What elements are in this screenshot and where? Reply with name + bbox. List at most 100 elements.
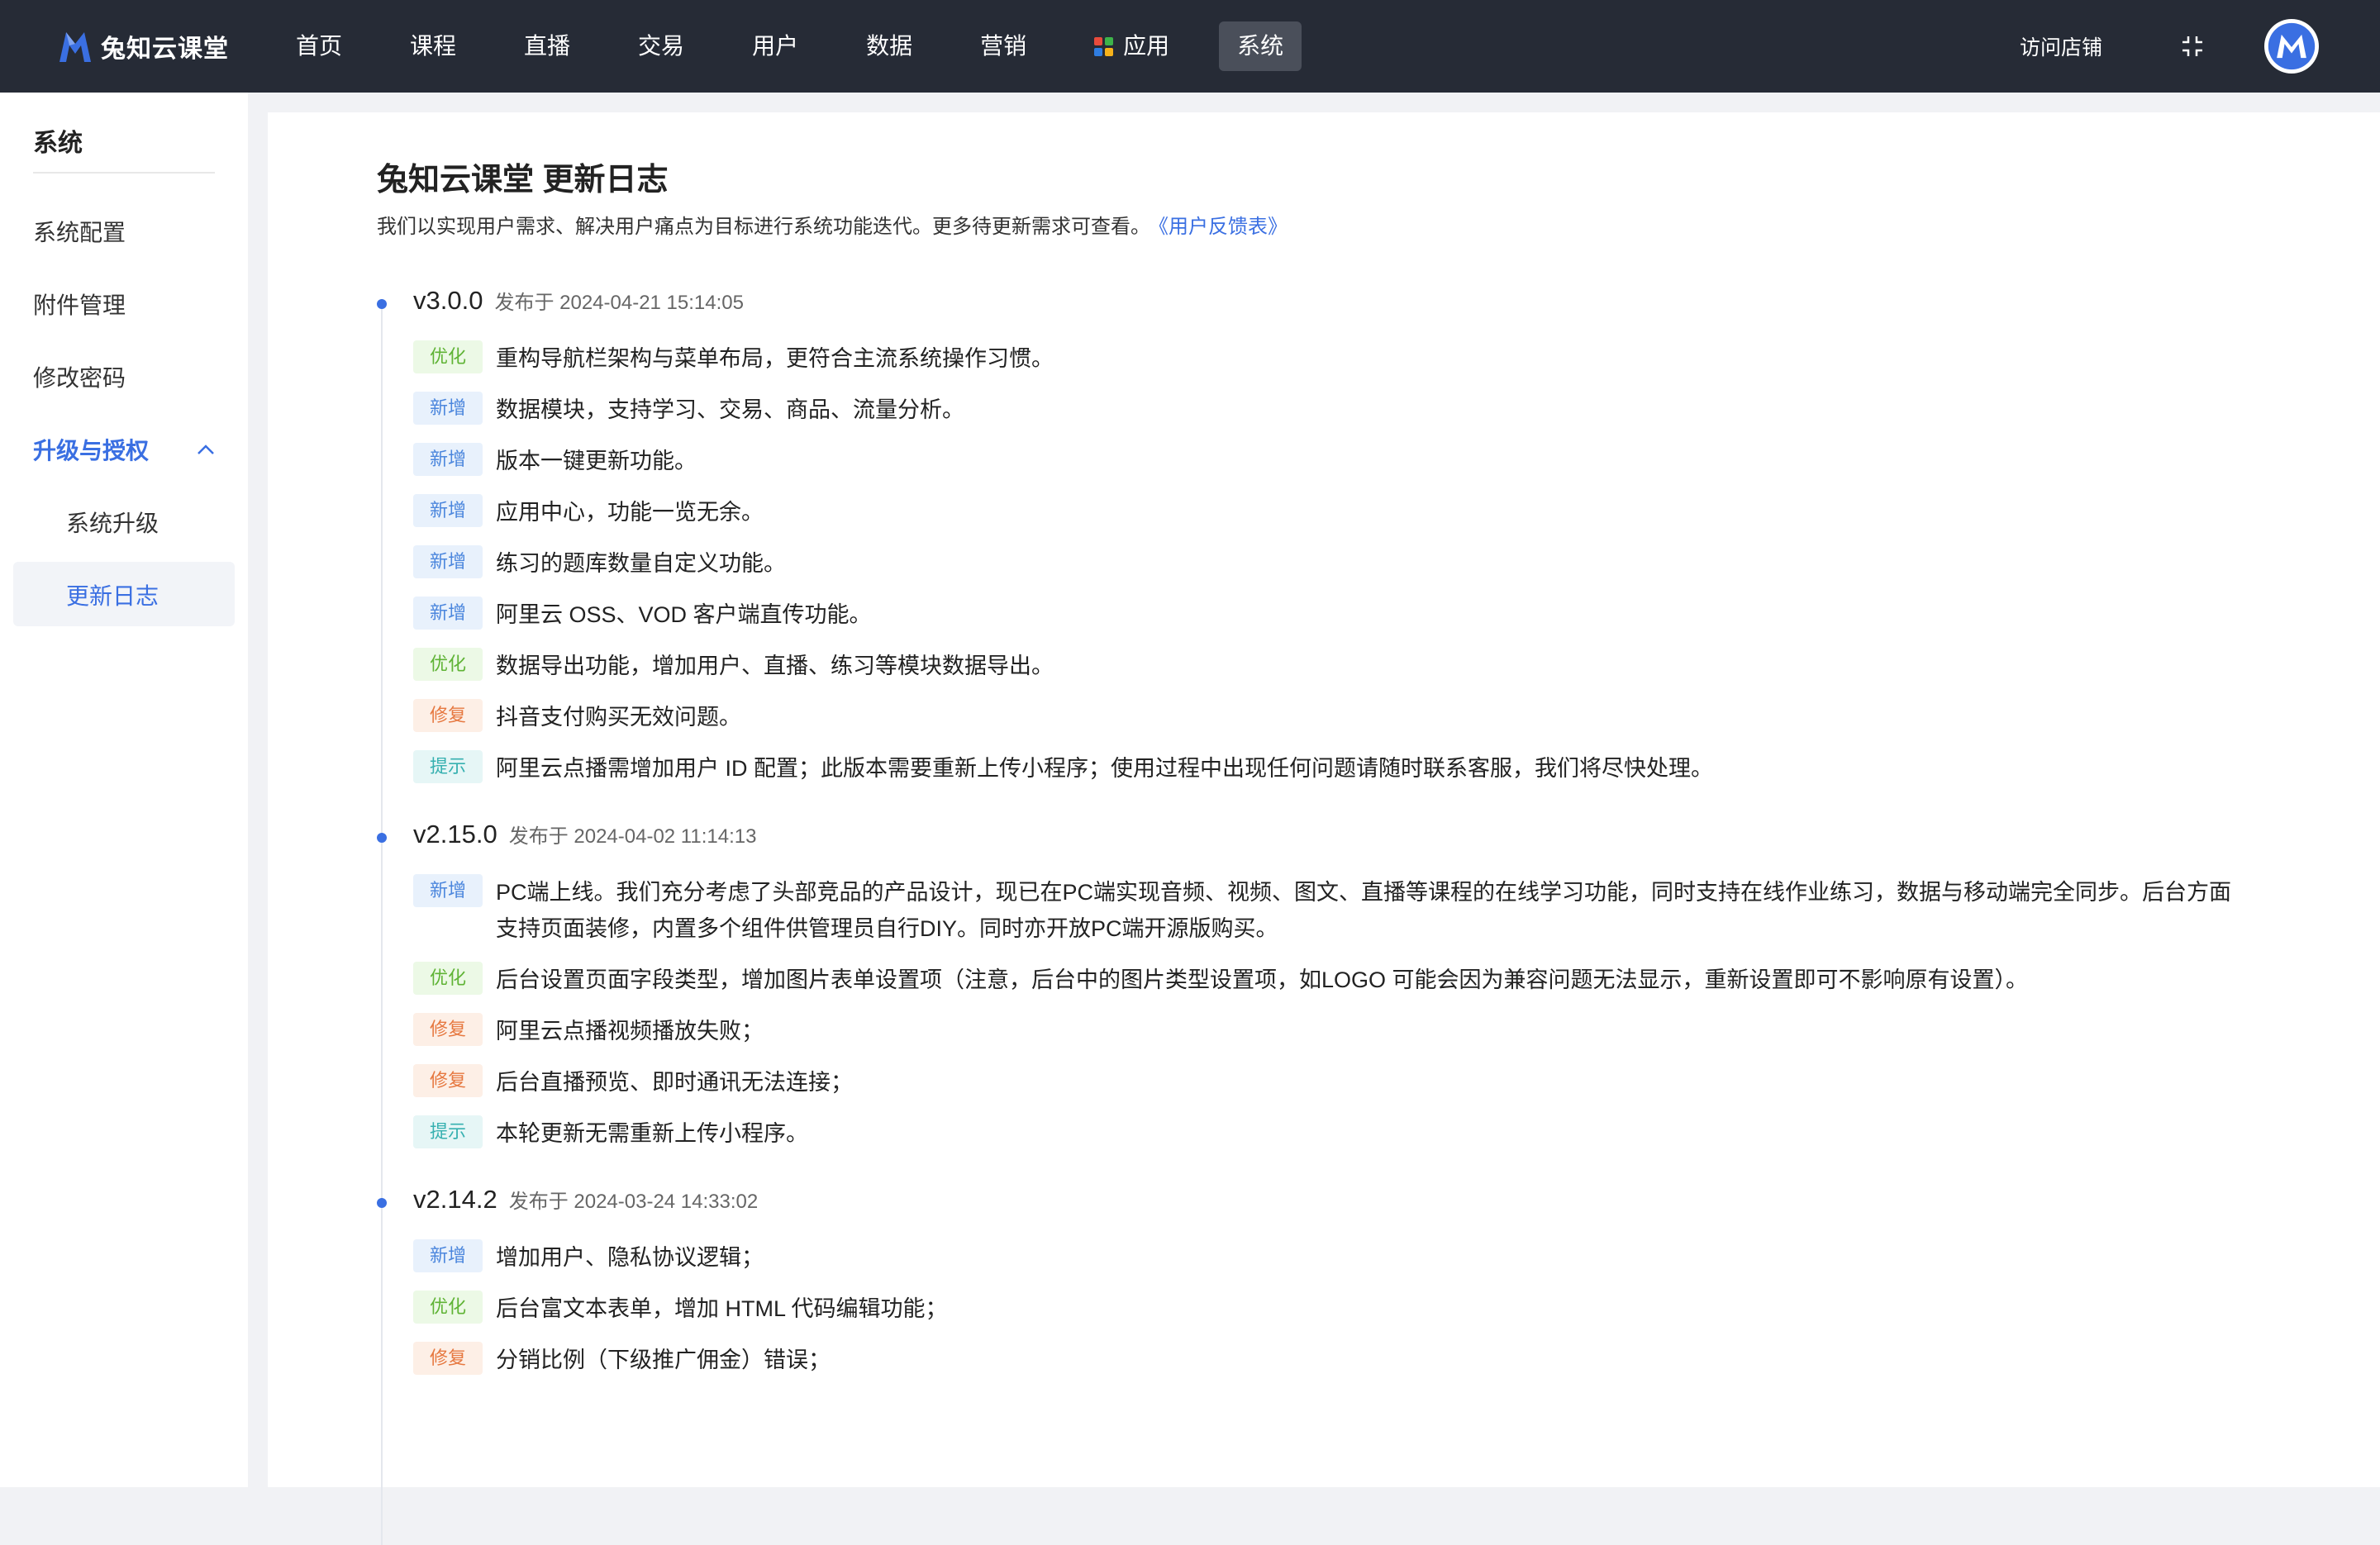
- sidebar-item-changelog[interactable]: 更新日志: [66, 578, 159, 611]
- page-description: 我们以实现用户需求、解决用户痛点为目标进行系统功能迭代。更多待更新需求可查看。《…: [377, 210, 1288, 239]
- sidebar-item-change-password[interactable]: 修改密码: [33, 360, 126, 393]
- change-description: 练习的题库数量自定义功能。: [496, 551, 786, 576]
- change-type-badge: 优化: [413, 648, 483, 681]
- release-date: 发布于 2024-03-24 14:33:02: [508, 1191, 759, 1213]
- release-header: v2.15.0 发布于 2024-04-02 11:14:13: [377, 820, 2278, 859]
- release-entry: v2.14.2 发布于 2024-03-24 14:33:02 新增 增加用户、隐私协…: [377, 1185, 2278, 1378]
- nav-marketing[interactable]: 营销: [962, 21, 1045, 71]
- change-description: 数据模块，支持学习、交易、商品、流量分析。: [496, 397, 964, 422]
- change-type-badge: 优化: [413, 962, 483, 995]
- changelog-item: 优化 后台富文本表单，增加 HTML 代码编辑功能；: [413, 1291, 2278, 1327]
- changelog-item: 新增 阿里云 OSS、VOD 客户端直传功能。: [413, 597, 2278, 633]
- change-type-badge: 提示: [413, 1115, 483, 1148]
- changelog-item: 修复 后台直播预览、即时通讯无法连接；: [413, 1064, 2278, 1101]
- changelog-item: 修复 抖音支付购买无效问题。: [413, 699, 2278, 735]
- change-description: 抖音支付购买无效问题。: [496, 705, 741, 730]
- change-type-badge: 优化: [413, 1291, 483, 1324]
- changelog-item: 新增 PC端上线。我们充分考虑了头部竞品的产品设计，现已在PC端实现音频、视频、图…: [413, 874, 2278, 947]
- nav-label: 营销: [980, 33, 1027, 59]
- change-description: 后台富文本表单，增加 HTML 代码编辑功能；: [496, 1296, 948, 1321]
- changelog-timeline: v3.0.0 发布于 2024-04-21 15:14:05 优化 重构导航栏架构与菜…: [377, 286, 2278, 1545]
- divider: [33, 172, 215, 174]
- sidebar-group-label: 升级与授权: [33, 438, 150, 464]
- change-type-badge: 修复: [413, 1013, 483, 1046]
- fullscreen-icon[interactable]: [2180, 34, 2205, 59]
- sidebar-title: 系统: [33, 130, 83, 157]
- nav-home[interactable]: 首页: [278, 21, 360, 71]
- timeline-dot: [377, 299, 387, 309]
- feedback-link[interactable]: 《用户反馈表》: [1159, 216, 1288, 238]
- change-type-badge: 修复: [413, 1064, 483, 1097]
- change-description: 增加用户、隐私协议逻辑；: [496, 1245, 764, 1270]
- sidebar-group-upgrade[interactable]: 升级与授权: [33, 433, 215, 466]
- top-right-actions: 访问店铺: [2020, 19, 2380, 74]
- change-type-badge: 新增: [413, 494, 483, 527]
- nav-label: 用户: [752, 33, 799, 59]
- sidebar-item-system-upgrade[interactable]: 系统升级: [66, 506, 159, 539]
- nav-data[interactable]: 数据: [848, 21, 931, 71]
- change-type-badge: 新增: [413, 545, 483, 578]
- release-items: 优化 重构导航栏架构与菜单布局，更符合主流系统操作习惯。 新增 数据模块，支持学习、交…: [413, 340, 2278, 787]
- change-description: 阿里云点播视频播放失败；: [496, 1019, 764, 1043]
- nav-label: 直播: [524, 33, 571, 59]
- timeline-dot: [377, 1198, 387, 1208]
- nav-label: 应用: [1123, 33, 1170, 59]
- nav-label: 系统: [1237, 33, 1284, 59]
- sidebar-item-system-config[interactable]: 系统配置: [33, 215, 126, 248]
- release-header: v3.0.0 发布于 2024-04-21 15:14:05: [377, 286, 2278, 326]
- brand[interactable]: 兔知云课堂: [55, 26, 253, 67]
- main-nav: 首页 课程 直播 交易 用户 数据 营销 应用 系统: [278, 21, 1333, 71]
- avatar-logo-icon: [2268, 22, 2316, 70]
- changelog-item: 提示 阿里云点播需增加用户 ID 配置；此版本需要重新上传小程序；使用过程中出现任…: [413, 750, 2278, 787]
- change-type-badge: 新增: [413, 392, 483, 425]
- change-type-badge: 新增: [413, 597, 483, 630]
- sidebar-item-attachments[interactable]: 附件管理: [33, 288, 126, 321]
- release-date: 发布于 2024-04-21 15:14:05: [494, 292, 744, 314]
- nav-system[interactable]: 系统: [1219, 21, 1302, 71]
- logo-icon: [60, 32, 91, 62]
- change-description: 数据导出功能，增加用户、直播、练习等模块数据导出。: [496, 654, 1054, 678]
- changelog-item: 新增 数据模块，支持学习、交易、商品、流量分析。: [413, 392, 2278, 428]
- timeline-dot: [377, 833, 387, 843]
- change-type-badge: 新增: [413, 1239, 483, 1272]
- changelog-item: 修复 分销比例（下级推广佣金）错误；: [413, 1342, 2278, 1378]
- changelog-item: 新增 练习的题库数量自定义功能。: [413, 545, 2278, 582]
- change-description: 阿里云 OSS、VOD 客户端直传功能。: [496, 602, 872, 627]
- apps-grid-icon: [1094, 36, 1114, 56]
- top-navbar: 兔知云课堂 首页 课程 直播 交易 用户 数据 营销 应用 系统 访问店铺: [0, 0, 2380, 93]
- sidebar: 系统 系统配置 附件管理 修改密码 升级与授权 系统升级 更新日志: [0, 93, 248, 1487]
- changelog-item: 新增 应用中心，功能一览无余。: [413, 494, 2278, 530]
- changelog-item: 新增 增加用户、隐私协议逻辑；: [413, 1239, 2278, 1276]
- release-date: 发布于 2024-04-02 11:14:13: [508, 825, 757, 848]
- description-text: 我们以实现用户需求、解决用户痛点为目标进行系统功能迭代。更多待更新需求可查看。: [377, 216, 1150, 238]
- change-type-badge: 修复: [413, 1342, 483, 1375]
- change-description: 应用中心，功能一览无余。: [496, 500, 764, 525]
- nav-label: 课程: [410, 33, 457, 59]
- release-items: 新增 PC端上线。我们充分考虑了头部竞品的产品设计，现已在PC端实现音频、视频、图…: [413, 874, 2278, 1152]
- brand-name: 兔知云课堂: [101, 36, 229, 63]
- release-version: v2.14.2: [413, 1185, 497, 1214]
- release-header: v2.14.2 发布于 2024-03-24 14:33:02: [377, 1185, 2278, 1224]
- nav-label: 数据: [866, 33, 913, 59]
- change-description: 阿里云点播需增加用户 ID 配置；此版本需要重新上传小程序；使用过程中出现任何问…: [496, 756, 1714, 781]
- nav-apps[interactable]: 应用: [1076, 21, 1188, 71]
- change-description: 后台设置页面字段类型，增加图片表单设置项（注意，后台中的图片类型设置项，如LOG…: [496, 967, 2029, 992]
- change-description: 后台直播预览、即时通讯无法连接；: [496, 1070, 853, 1095]
- release-version: v2.15.0: [413, 820, 497, 849]
- change-type-badge: 提示: [413, 750, 483, 783]
- nav-courses[interactable]: 课程: [392, 21, 474, 71]
- nav-trade[interactable]: 交易: [620, 21, 702, 71]
- release-entry: v3.0.0 发布于 2024-04-21 15:14:05 优化 重构导航栏架构与菜…: [377, 286, 2278, 787]
- changelog-item: 优化 重构导航栏架构与菜单布局，更符合主流系统操作习惯。: [413, 340, 2278, 377]
- chevron-up-icon: [198, 444, 214, 454]
- changelog-item: 新增 版本一键更新功能。: [413, 443, 2278, 479]
- main-content: 兔知云课堂 更新日志 我们以实现用户需求、解决用户痛点为目标进行系统功能迭代。更…: [268, 112, 2380, 1545]
- release-entry: v2.15.0 发布于 2024-04-02 11:14:13 新增 PC端上线。我们…: [377, 820, 2278, 1152]
- change-description: 分销比例（下级推广佣金）错误；: [496, 1348, 831, 1372]
- visit-store-link[interactable]: 访问店铺: [2020, 31, 2102, 61]
- nav-label: 交易: [638, 33, 685, 59]
- nav-users[interactable]: 用户: [734, 21, 816, 71]
- avatar[interactable]: [2264, 19, 2319, 74]
- change-type-badge: 优化: [413, 340, 483, 373]
- nav-live[interactable]: 直播: [506, 21, 588, 71]
